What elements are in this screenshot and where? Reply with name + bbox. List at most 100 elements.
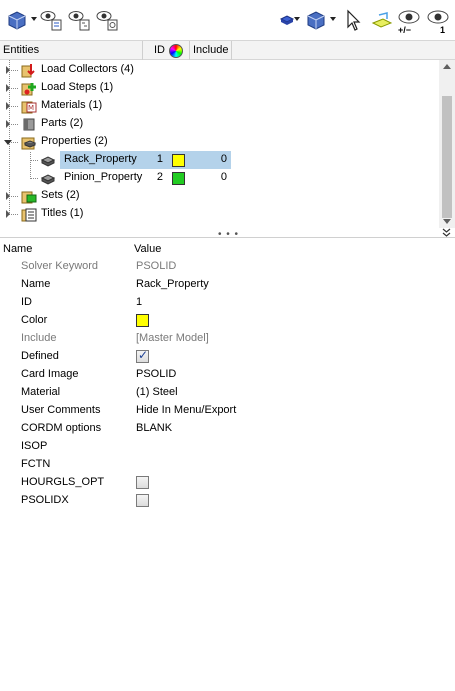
entities-tree: Load Collectors (4) Load Steps (1) M Mat…	[0, 60, 439, 228]
property-icon	[40, 174, 56, 185]
isolate-icon[interactable]	[368, 7, 394, 33]
name-column-header[interactable]: Name	[3, 243, 32, 255]
property-row-defined[interactable]: Defined	[0, 348, 455, 366]
property-row-cordm-options[interactable]: CORDM options BLANK	[0, 420, 455, 438]
hourgls-opt-checkbox[interactable]	[136, 476, 149, 489]
tree-item-label: Titles (1)	[41, 207, 84, 219]
view-cube-icon[interactable]	[4, 7, 30, 33]
isolate-one-label: 1	[440, 25, 446, 35]
display-dropdown-caret-icon[interactable]	[294, 17, 300, 23]
property-value[interactable]: 1	[136, 296, 142, 308]
expand-arrow-icon[interactable]	[4, 66, 12, 74]
property-row-material[interactable]: Material (1) Steel	[0, 384, 455, 402]
eye-filter-icon[interactable]	[94, 7, 120, 33]
property-name: ID	[21, 296, 32, 308]
property-row-user-comments[interactable]: User Comments Hide In Menu/Export	[0, 402, 455, 420]
tree-item-pinion-property[interactable]: Pinion_Property 2 0	[0, 169, 439, 187]
tree-connector-line	[30, 160, 38, 161]
tree-item-sets[interactable]: Sets (2)	[0, 187, 439, 205]
property-name: User Comments	[21, 404, 101, 416]
tree-item-label: Load Steps (1)	[41, 81, 114, 93]
display-cube-icon[interactable]	[303, 7, 329, 33]
scroll-up-icon[interactable]	[443, 64, 451, 69]
property-name: FCTN	[21, 458, 51, 470]
column-separator[interactable]	[231, 41, 232, 60]
expand-arrow-icon[interactable]	[4, 210, 12, 218]
property-row-color[interactable]: Color	[0, 312, 455, 330]
tree-item-label: Properties (2)	[41, 135, 108, 147]
property-row-id[interactable]: ID 1	[0, 294, 455, 312]
property-value[interactable]: Hide In Menu/Export	[136, 404, 236, 416]
scroll-down-icon[interactable]	[443, 219, 451, 224]
tree-item-id: 1	[156, 153, 163, 165]
tree-scrollbar[interactable]	[439, 60, 455, 228]
tree-item-materials[interactable]: M Materials (1)	[0, 97, 439, 115]
tree-item-titles[interactable]: Titles (1)	[0, 205, 439, 223]
property-name: PSOLIDX	[21, 494, 69, 506]
property-value[interactable]: PSOLID	[136, 368, 176, 380]
property-value[interactable]: BLANK	[136, 422, 172, 434]
property-row-solver-keyword: Solver Keyword PSOLID	[0, 258, 455, 276]
expand-arrow-icon[interactable]	[4, 120, 12, 128]
isolate-one-icon[interactable]	[425, 7, 451, 33]
property-row-isop[interactable]: ISOP	[0, 438, 455, 456]
defined-checkbox[interactable]	[136, 348, 149, 363]
property-name: Color	[21, 314, 48, 326]
panel-splitter[interactable]: • • •	[0, 228, 455, 240]
set-icon	[21, 191, 37, 204]
tree-item-include: 0	[220, 171, 227, 183]
color-column-header[interactable]	[166, 41, 188, 60]
material-icon: M	[21, 101, 37, 114]
scroll-thumb[interactable]	[442, 96, 452, 218]
svg-text:M: M	[28, 104, 34, 112]
collapse-arrow-icon[interactable]	[4, 138, 12, 146]
view-dropdown-caret-icon[interactable]	[31, 17, 37, 23]
psolidx-checkbox[interactable]	[136, 494, 149, 507]
property-name: Include	[21, 332, 57, 344]
tree-item-label: Rack_Property	[64, 153, 137, 165]
entities-column-header[interactable]: Entities	[0, 41, 142, 60]
property-folder-icon	[21, 137, 37, 150]
property-icon	[40, 156, 56, 167]
eye-tree-icon[interactable]	[66, 7, 92, 33]
color-swatch[interactable]	[172, 154, 185, 167]
property-row-hourgls-opt[interactable]: HOURGLS_OPT	[0, 474, 455, 492]
title-icon	[21, 208, 37, 222]
tree-item-include: 0	[220, 153, 227, 165]
color-swatch[interactable]	[136, 314, 149, 327]
color-swatch[interactable]	[172, 172, 185, 185]
property-value[interactable]: Rack_Property	[136, 278, 209, 290]
tree-item-rack-property[interactable]: Rack_Property 1 0	[0, 151, 439, 169]
expand-arrow-icon[interactable]	[4, 84, 12, 92]
tree-item-label: Load Collectors (4)	[41, 63, 134, 75]
display-cube-caret-icon[interactable]	[330, 17, 336, 23]
value-column-header[interactable]: Value	[134, 243, 161, 255]
select-cursor-icon[interactable]	[340, 7, 366, 33]
expand-arrow-icon[interactable]	[4, 192, 12, 200]
entities-header: Entities ID Include	[0, 40, 455, 60]
property-value[interactable]: (1) Steel	[136, 386, 178, 398]
property-name: Material	[21, 386, 61, 398]
tree-item-label: Pinion_Property	[64, 171, 143, 183]
expand-arrow-icon[interactable]	[4, 102, 12, 110]
load-step-icon	[21, 83, 36, 96]
property-row-fctn[interactable]: FCTN	[0, 456, 455, 474]
property-value: PSOLID	[136, 260, 177, 272]
property-name: Defined	[21, 350, 59, 362]
id-column-header[interactable]: ID	[151, 41, 167, 60]
tree-item-load-collectors[interactable]: Load Collectors (4)	[0, 61, 439, 79]
splitter-grip[interactable]: • • •	[218, 229, 239, 240]
tree-item-parts[interactable]: Parts (2)	[0, 115, 439, 133]
tree-item-properties[interactable]: Properties (2)	[0, 133, 439, 151]
tree-item-load-steps[interactable]: Load Steps (1)	[0, 79, 439, 97]
include-column-header[interactable]: Include	[190, 41, 232, 60]
tree-item-id: 2	[156, 171, 163, 183]
toolbar: +/− 1	[0, 0, 455, 40]
property-row-name[interactable]: Name Rack_Property	[0, 276, 455, 294]
property-name: Solver Keyword	[21, 260, 99, 272]
tree-item-label: Materials (1)	[41, 99, 103, 111]
column-separator[interactable]	[142, 41, 143, 60]
eye-list-icon[interactable]	[38, 7, 64, 33]
property-row-psolidx[interactable]: PSOLIDX	[0, 492, 455, 510]
property-row-card-image[interactable]: Card Image PSOLID	[0, 366, 455, 384]
